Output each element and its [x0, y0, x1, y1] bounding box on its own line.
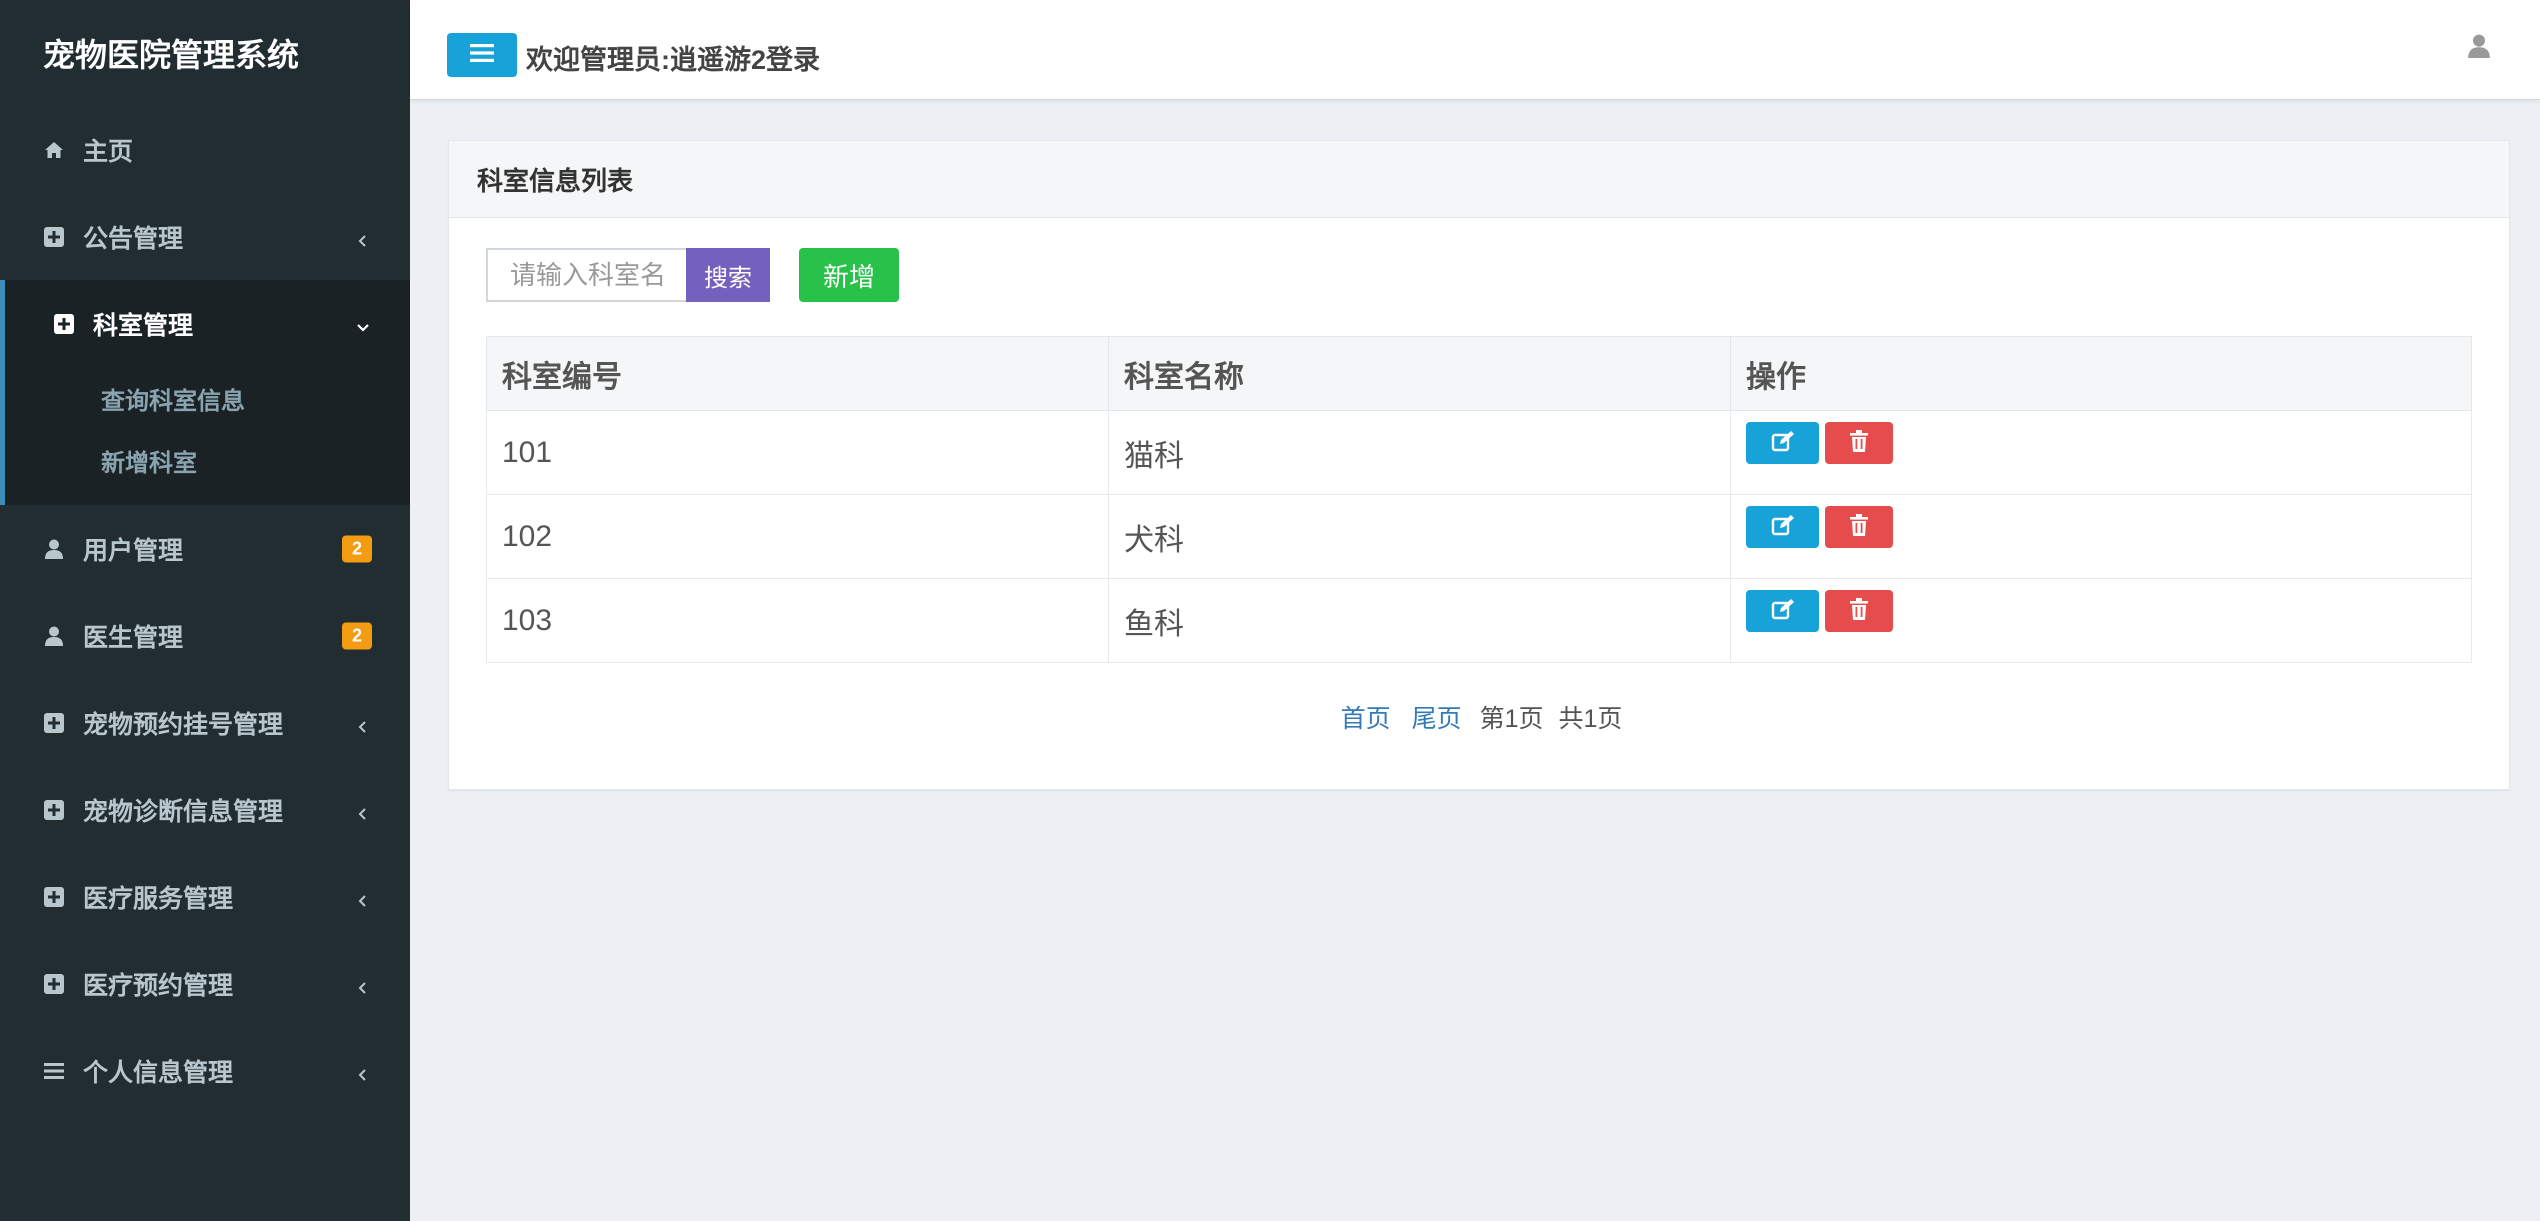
table-row: 101 猫科: [486, 410, 2472, 495]
sidebar-item-label: 宠物诊断信息管理: [83, 797, 284, 826]
department-table: 科室编号 科室名称 操作 101 猫科 102 犬科 103 鱼科: [486, 336, 2472, 663]
sidebar-subitem-query-department[interactable]: 查询科室信息: [5, 367, 410, 429]
pager-current-page: 第1页: [1479, 705, 1544, 733]
trash-icon: [1850, 510, 1868, 544]
sidebar-item-department[interactable]: 科室管理: [5, 280, 410, 367]
sidebar-subitem-add-department[interactable]: 新增科室: [5, 429, 410, 491]
plus-square-icon: [43, 799, 65, 821]
chevron-left-icon: [354, 228, 372, 247]
sidebar-item-label: 主页: [83, 137, 134, 166]
sidebar-item-appointments[interactable]: 宠物预约挂号管理: [0, 679, 410, 766]
sidebar-item-label: 医疗服务管理: [83, 884, 234, 913]
cell-actions: [1730, 494, 2472, 579]
plus-square-icon: [43, 886, 65, 908]
sidebar-item-home[interactable]: 主页: [0, 106, 410, 193]
user-menu-icon[interactable]: [2468, 34, 2492, 60]
delete-button[interactable]: [1825, 421, 1893, 464]
delete-button[interactable]: [1825, 589, 1893, 632]
sidebar-item-doctors[interactable]: 医生管理 2: [0, 592, 410, 679]
pager-first-link[interactable]: 首页: [1341, 705, 1391, 733]
pagination: 首页 尾页 第1页 共1页: [449, 699, 2511, 735]
add-button[interactable]: 新增: [799, 248, 899, 302]
sidebar-item-label: 科室管理: [93, 311, 194, 340]
chevron-left-icon: [354, 1062, 372, 1081]
bars-icon: [43, 1060, 65, 1082]
sidebar-item-label: 宠物预约挂号管理: [83, 710, 284, 739]
column-header-id: 科室编号: [486, 336, 1109, 411]
sidebar-toggle-button[interactable]: [447, 33, 517, 77]
cell-name: 猫科: [1108, 410, 1731, 495]
plus-square-icon: [43, 712, 65, 734]
top-header: 欢迎管理员:逍遥游2登录: [410, 0, 2540, 100]
table-header-row: 科室编号 科室名称 操作: [486, 336, 2472, 411]
plus-square-icon: [43, 973, 65, 995]
sidebar-item-medical-service[interactable]: 医疗服务管理: [0, 853, 410, 940]
department-list-panel: 科室信息列表 搜索 新增 科室编号 科室名称 操作 101 猫科: [448, 140, 2510, 790]
home-icon: [43, 139, 65, 161]
cell-id: 102: [486, 494, 1109, 579]
search-input[interactable]: [486, 248, 686, 302]
plus-square-icon: [43, 226, 65, 248]
count-badge: 2: [341, 622, 372, 649]
sidebar-item-label: 用户管理: [83, 536, 184, 565]
cell-actions: [1730, 578, 2472, 663]
cell-actions: [1730, 410, 2472, 495]
edit-icon: [1771, 510, 1795, 544]
cell-name: 犬科: [1108, 494, 1731, 579]
plus-square-icon: [53, 313, 75, 335]
chevron-left-icon: [354, 975, 372, 994]
edit-icon: [1771, 426, 1795, 460]
sidebar-menu-rest: 用户管理 2 医生管理 2 宠物预约挂号管理 宠物诊断信息管理 医疗服务管理 医…: [0, 505, 410, 1114]
chevron-left-icon: [354, 801, 372, 820]
edit-icon: [1771, 594, 1795, 628]
table-row: 102 犬科: [486, 494, 2472, 579]
sidebar-item-users[interactable]: 用户管理 2: [0, 505, 410, 592]
trash-icon: [1850, 426, 1868, 460]
sidebar-menu: 主页 公告管理: [0, 106, 410, 280]
pager-total-pages: 共1页: [1558, 705, 1623, 733]
table-row: 103 鱼科: [486, 578, 2472, 663]
sidebar: 宠物医院管理系统 主页 公告管理 科室管理 查询科室信息 新增科室 用户管理 2…: [0, 0, 410, 1221]
toolbar: 搜索 新增: [486, 248, 899, 302]
cell-id: 103: [486, 578, 1109, 663]
sidebar-submenu-department: 查询科室信息 新增科室: [5, 367, 410, 505]
sidebar-item-notice[interactable]: 公告管理: [0, 193, 410, 280]
column-header-name: 科室名称: [1108, 336, 1731, 411]
sidebar-item-label: 医生管理: [83, 623, 184, 652]
welcome-text: 欢迎管理员:逍遥游2登录: [526, 45, 821, 75]
cell-name: 鱼科: [1108, 578, 1731, 663]
sidebar-item-medical-appointment[interactable]: 医疗预约管理: [0, 940, 410, 1027]
delete-button[interactable]: [1825, 505, 1893, 548]
chevron-left-icon: [354, 888, 372, 907]
edit-button[interactable]: [1746, 505, 1819, 548]
chevron-left-icon: [354, 714, 372, 733]
sidebar-item-label: 公告管理: [83, 224, 184, 253]
trash-icon: [1850, 594, 1868, 628]
bars-icon: [470, 43, 494, 68]
pager-last-link[interactable]: 尾页: [1412, 705, 1462, 733]
search-button[interactable]: 搜索: [686, 248, 770, 302]
chevron-down-icon: [354, 315, 372, 333]
sidebar-group-department: 科室管理 查询科室信息 新增科室: [0, 280, 410, 505]
brand-title: 宠物医院管理系统: [0, 0, 410, 106]
sidebar-item-diagnosis[interactable]: 宠物诊断信息管理: [0, 766, 410, 853]
edit-button[interactable]: [1746, 589, 1819, 632]
edit-button[interactable]: [1746, 421, 1819, 464]
user-icon: [43, 625, 65, 647]
count-badge: 2: [341, 535, 372, 562]
column-header-actions: 操作: [1730, 336, 2472, 411]
user-icon: [43, 538, 65, 560]
sidebar-item-profile[interactable]: 个人信息管理: [0, 1027, 410, 1114]
sidebar-item-label: 医疗预约管理: [83, 971, 234, 1000]
cell-id: 101: [486, 410, 1109, 495]
sidebar-item-label: 个人信息管理: [83, 1058, 234, 1087]
panel-title: 科室信息列表: [449, 141, 2509, 218]
